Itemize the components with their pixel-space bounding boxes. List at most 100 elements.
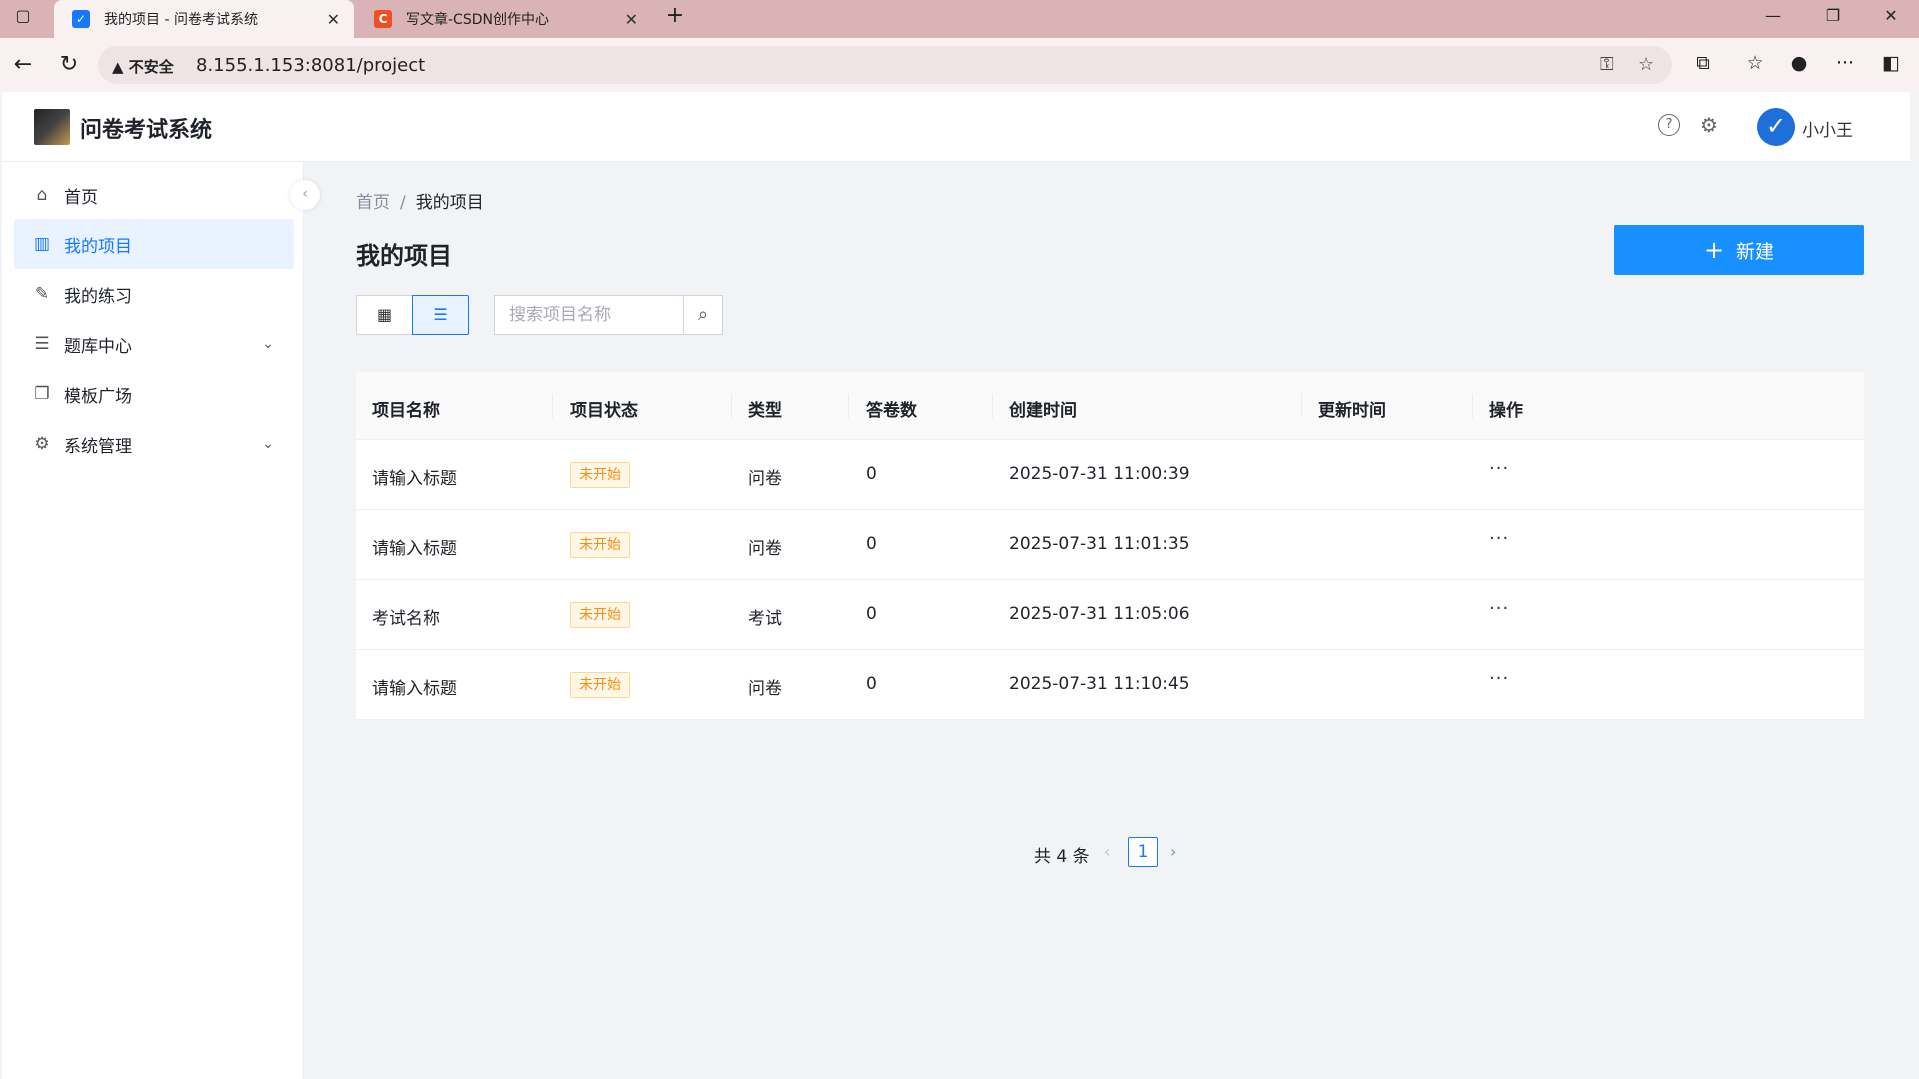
reload-icon[interactable]: ↻ bbox=[54, 52, 84, 78]
table-row[interactable]: 请输入标题 未开始 问卷 0 2025-07-31 11:10:45 ··· bbox=[356, 650, 1864, 720]
browser-tab-bar: ▢ ✓ 我的项目 - 问卷考试系统 ✕ C 写文章-CSDN创作中心 ✕ + —… bbox=[0, 0, 1919, 38]
list-view-toggle[interactable]: ☰ bbox=[412, 295, 469, 335]
created-time: 2025-07-31 11:01:35 bbox=[1009, 534, 1190, 554]
database-icon: ☰ bbox=[34, 334, 50, 354]
page-title: 我的项目 bbox=[356, 242, 452, 270]
more-actions-icon[interactable]: ··· bbox=[1489, 598, 1509, 619]
security-label: 不安全 bbox=[128, 58, 174, 76]
column-divider bbox=[848, 394, 849, 418]
project-name[interactable]: 考试名称 bbox=[372, 604, 440, 629]
url-text[interactable]: 8.155.1.153:8081/project bbox=[196, 55, 425, 76]
app-title: 问卷考试系统 bbox=[80, 118, 213, 143]
more-actions-icon[interactable]: ··· bbox=[1489, 668, 1509, 689]
table-row[interactable]: 请输入标题 未开始 问卷 0 2025-07-31 11:01:35 ··· bbox=[356, 510, 1864, 580]
project-type: 问卷 bbox=[748, 469, 782, 489]
breadcrumb-separator: / bbox=[400, 193, 406, 213]
minimize-icon[interactable]: — bbox=[1758, 6, 1788, 25]
tab-close-icon[interactable]: ✕ bbox=[625, 10, 638, 29]
pagination-total: 共 4 条 bbox=[1034, 847, 1090, 867]
new-project-button[interactable]: + 新建 bbox=[1614, 225, 1864, 275]
project-name[interactable]: 请输入标题 bbox=[372, 674, 457, 699]
created-time: 2025-07-31 11:05:06 bbox=[1009, 604, 1190, 624]
column-divider bbox=[992, 394, 993, 418]
column-divider bbox=[1301, 394, 1302, 418]
sidebar: ⌂ 首页 ▥ 我的项目 ✎ 我的练习 ☰ 题库中心 ⌄ ❐ 模板广场 ⚙ 系统管… bbox=[2, 162, 304, 1079]
new-tab-icon[interactable]: + bbox=[660, 3, 690, 28]
sidebar-item-my-practice[interactable]: ✎ 我的练习 bbox=[14, 269, 294, 319]
tab-close-icon[interactable]: ✕ bbox=[327, 10, 340, 29]
template-icon: ❐ bbox=[34, 384, 50, 404]
sidebar-item-label: 题库中心 bbox=[64, 336, 132, 357]
extensions-icon[interactable]: ⧉ bbox=[1688, 52, 1718, 74]
more-menu-icon[interactable]: ··· bbox=[1830, 52, 1860, 74]
tab-actions-icon[interactable]: ▢ bbox=[8, 6, 38, 25]
restore-icon[interactable]: ❐ bbox=[1818, 6, 1848, 25]
table-row[interactable]: 考试名称 未开始 考试 0 2025-07-31 11:05:06 ··· bbox=[356, 580, 1864, 650]
favorites-icon[interactable]: ☆ bbox=[1740, 52, 1770, 74]
response-count: 0 bbox=[866, 604, 877, 624]
security-warning[interactable]: ▲ 不安全 bbox=[112, 56, 174, 77]
column-header: 项目状态 bbox=[570, 401, 638, 421]
chevron-down-icon: ⌄ bbox=[262, 336, 274, 352]
back-icon[interactable]: ← bbox=[8, 52, 38, 78]
tab-title: 写文章-CSDN创作中心 bbox=[406, 12, 549, 28]
breadcrumb-home[interactable]: 首页 bbox=[356, 193, 390, 213]
favorite-star-icon[interactable]: ☆ bbox=[1638, 54, 1654, 75]
projects-table: 项目名称 项目状态 类型 答卷数 创建时间 更新时间 操作 请输入标题 未开始 … bbox=[356, 372, 1864, 720]
search-icon: ⌕ bbox=[697, 304, 709, 325]
sidebar-item-template-square[interactable]: ❐ 模板广场 bbox=[14, 369, 294, 419]
project-name[interactable]: 请输入标题 bbox=[372, 534, 457, 559]
app-logo bbox=[34, 109, 70, 145]
column-header: 创建时间 bbox=[1009, 401, 1077, 421]
sidebar-item-label: 我的项目 bbox=[64, 236, 132, 257]
pagination-next-icon[interactable]: › bbox=[1170, 842, 1176, 861]
help-icon[interactable]: ? bbox=[1658, 114, 1680, 136]
sidebar-item-my-projects[interactable]: ▥ 我的项目 bbox=[14, 219, 294, 269]
grid-view-icon: ▦ bbox=[376, 305, 393, 324]
sidebar-toggle-icon[interactable]: ◧ bbox=[1876, 52, 1906, 74]
search-button[interactable]: ⌕ bbox=[683, 295, 723, 335]
grid-view-toggle[interactable]: ▦ bbox=[356, 295, 413, 335]
key-icon[interactable]: ⚿ bbox=[1600, 54, 1614, 75]
project-type: 问卷 bbox=[748, 539, 782, 559]
search-input[interactable] bbox=[494, 295, 684, 335]
sidebar-item-question-bank[interactable]: ☰ 题库中心 ⌄ bbox=[14, 319, 294, 369]
created-time: 2025-07-31 11:00:39 bbox=[1009, 464, 1190, 484]
project-name[interactable]: 请输入标题 bbox=[372, 464, 457, 489]
username[interactable]: 小小王 bbox=[1802, 116, 1853, 141]
column-divider bbox=[731, 394, 732, 418]
tab-title: 我的项目 - 问卷考试系统 bbox=[104, 12, 258, 28]
settings-gear-icon[interactable]: ⚙ bbox=[1698, 114, 1720, 136]
status-badge: 未开始 bbox=[570, 462, 630, 488]
breadcrumb-current: 我的项目 bbox=[415, 193, 484, 213]
table-row[interactable]: 请输入标题 未开始 问卷 0 2025-07-31 11:00:39 ··· bbox=[356, 440, 1864, 510]
pagination-prev-icon[interactable]: ‹ bbox=[1104, 842, 1110, 861]
app-root: 问卷考试系统 ? ⚙ ✓ 小小王 ⌂ 首页 ▥ 我的项目 ✎ 我的练习 ☰ 题库… bbox=[2, 92, 1910, 1079]
sidebar-item-label: 系统管理 bbox=[64, 436, 132, 457]
address-bar[interactable]: ▲ 不安全 8.155.1.153:8081/project ⚿ ☆ bbox=[98, 46, 1672, 84]
pagination-page[interactable]: 1 bbox=[1128, 837, 1158, 867]
window-close-icon[interactable]: ✕ bbox=[1876, 6, 1906, 25]
sidebar-item-home[interactable]: ⌂ 首页 bbox=[14, 170, 294, 220]
sidebar-item-system-admin[interactable]: ⚙ 系统管理 ⌄ bbox=[14, 419, 294, 469]
list-view-icon: ☰ bbox=[433, 305, 448, 324]
address-bar-row: ← ↻ ▲ 不安全 8.155.1.153:8081/project ⚿ ☆ ⧉… bbox=[0, 38, 1919, 92]
new-button-label: 新建 bbox=[1736, 240, 1775, 263]
breadcrumb: 首页 / 我的项目 bbox=[356, 188, 484, 213]
column-header: 项目名称 bbox=[372, 401, 440, 421]
project-type: 问卷 bbox=[748, 679, 782, 699]
column-divider bbox=[1472, 394, 1473, 418]
app-header: 问卷考试系统 ? ⚙ ✓ 小小王 bbox=[2, 92, 1910, 162]
response-count: 0 bbox=[866, 674, 877, 694]
column-header: 类型 bbox=[748, 401, 782, 421]
column-header: 操作 bbox=[1489, 401, 1523, 421]
created-time: 2025-07-31 11:10:45 bbox=[1009, 674, 1190, 694]
browser-tab-active[interactable]: ✓ 我的项目 - 问卷考试系统 ✕ bbox=[54, 0, 354, 38]
status-badge: 未开始 bbox=[570, 672, 630, 698]
more-actions-icon[interactable]: ··· bbox=[1489, 458, 1509, 479]
profile-icon[interactable]: ● bbox=[1784, 52, 1814, 74]
browser-tab[interactable]: C 写文章-CSDN创作中心 ✕ bbox=[356, 0, 652, 38]
more-actions-icon[interactable]: ··· bbox=[1489, 528, 1509, 549]
avatar[interactable]: ✓ bbox=[1757, 108, 1795, 146]
home-icon: ⌂ bbox=[36, 185, 48, 205]
